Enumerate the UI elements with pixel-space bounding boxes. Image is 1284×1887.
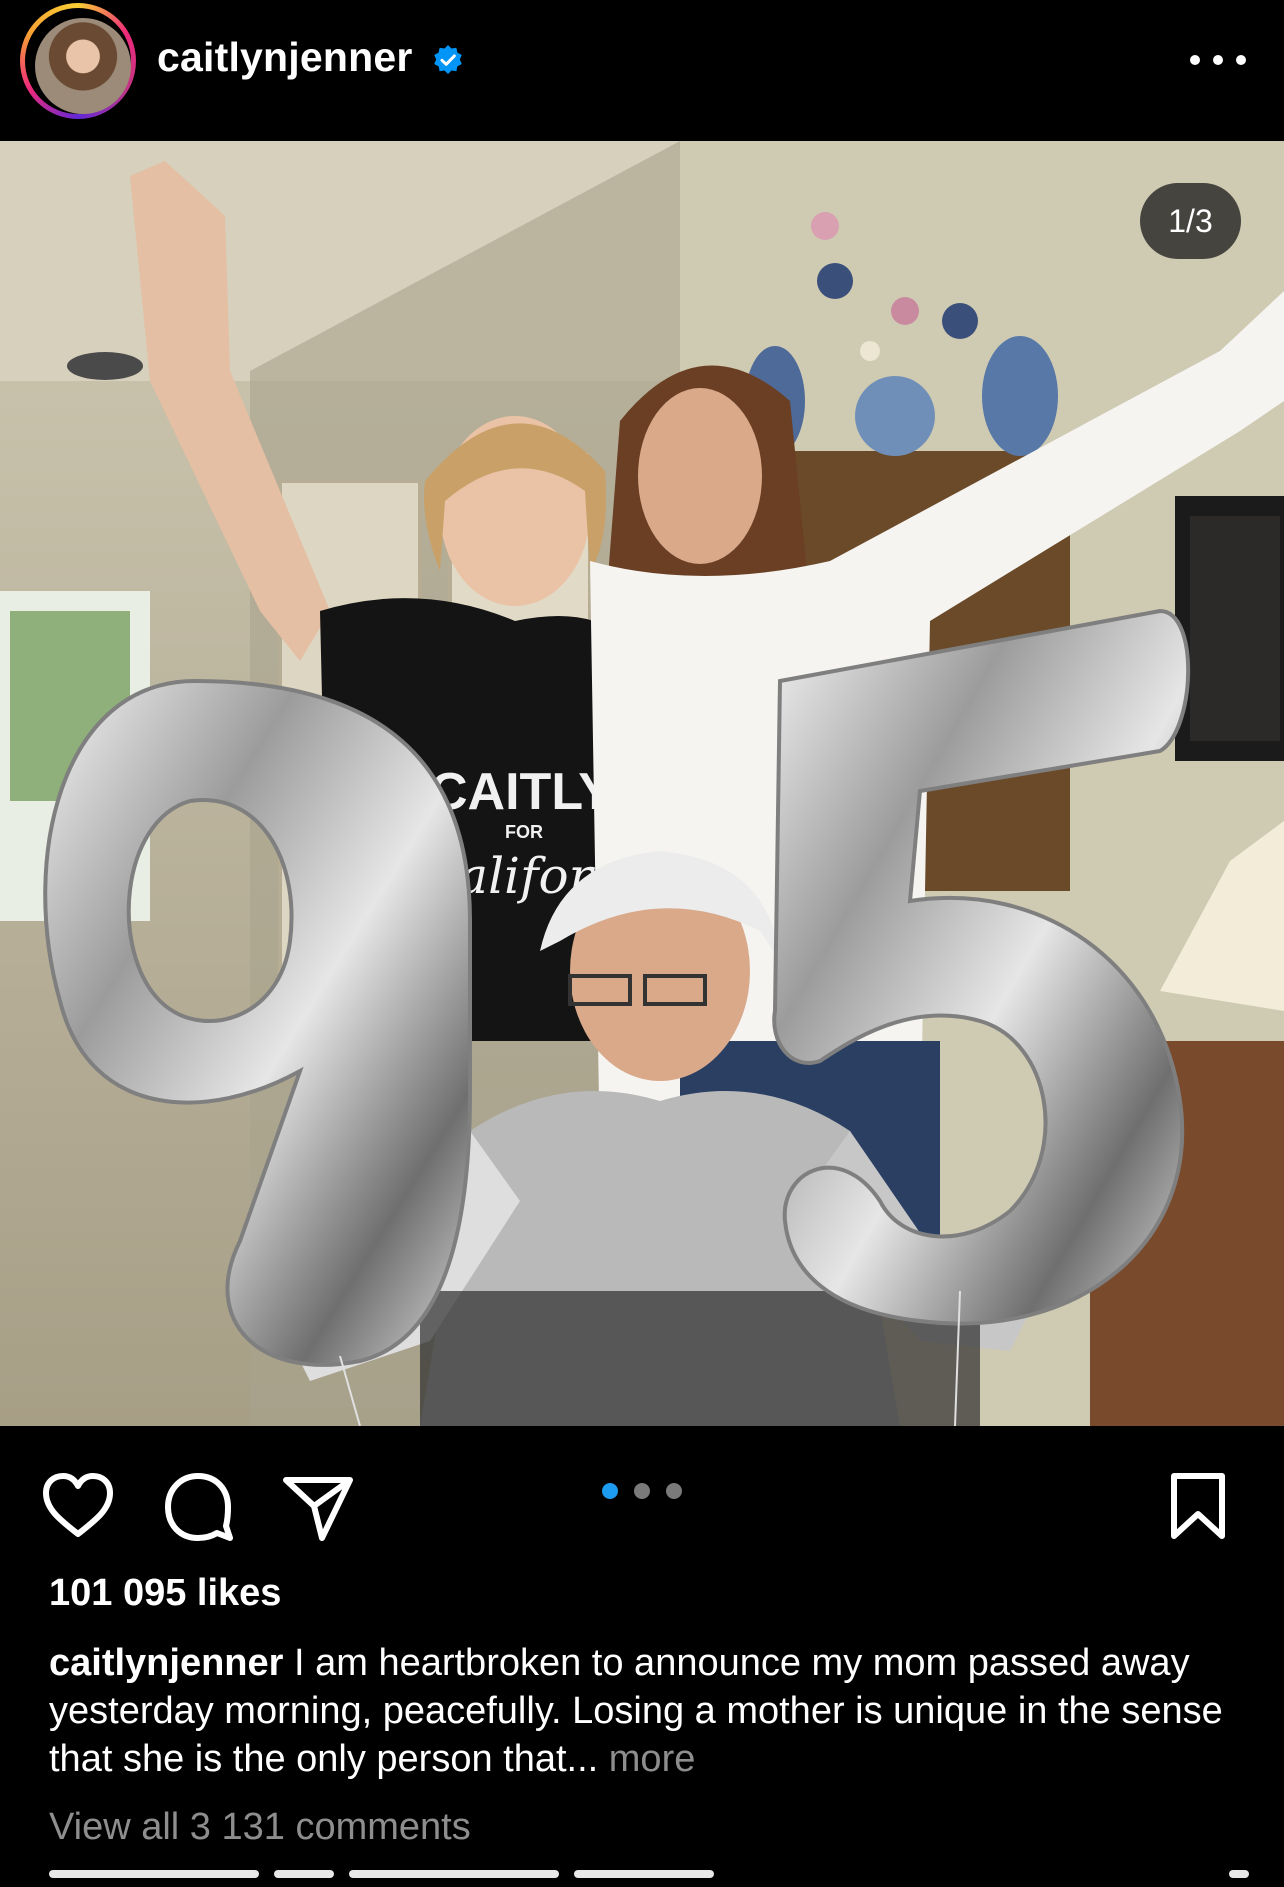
next-comment-preview — [49, 1870, 1249, 1887]
more-options-button[interactable] — [1190, 48, 1246, 72]
carousel-indicator — [602, 1483, 682, 1499]
avatar[interactable] — [35, 18, 131, 114]
carousel-dot — [634, 1483, 650, 1499]
comment-preview-fragment — [1229, 1870, 1249, 1878]
comment-icon[interactable] — [160, 1468, 236, 1544]
post-header: caitlynjenner — [0, 0, 1284, 141]
page-counter: 1/3 — [1140, 183, 1241, 259]
username[interactable]: caitlynjenner — [157, 34, 413, 81]
caption-username[interactable]: caitlynjenner — [49, 1642, 283, 1684]
caption-more-link[interactable]: more — [609, 1738, 696, 1780]
likes-count[interactable]: 101 095 likes — [49, 1572, 281, 1615]
view-all-comments-link[interactable]: View all 3 131 comments — [49, 1806, 471, 1849]
more-dot-icon — [1213, 55, 1223, 65]
carousel-dot-active — [602, 1483, 618, 1499]
post-photo[interactable]: CAITLYN FOR California 1/3 — [0, 141, 1284, 1426]
caption: caitlynjenner I am heartbroken to announ… — [49, 1639, 1249, 1783]
comment-preview-fragment — [574, 1870, 714, 1878]
more-dot-icon — [1236, 55, 1246, 65]
heart-icon[interactable] — [40, 1468, 116, 1544]
shirt-line2: FOR — [505, 822, 543, 842]
avatar-gap — [25, 8, 131, 114]
bookmark-icon[interactable] — [1160, 1468, 1236, 1544]
paper-plane-icon[interactable] — [280, 1468, 356, 1544]
comment-preview-fragment — [274, 1870, 334, 1878]
more-dot-icon — [1190, 55, 1200, 65]
comment-preview-fragment — [49, 1870, 259, 1878]
verified-badge-icon — [434, 45, 462, 74]
carousel-dot — [666, 1483, 682, 1499]
photo-illustration: CAITLYN FOR California — [0, 141, 1284, 1426]
comment-preview-fragment — [349, 1870, 559, 1878]
story-ring[interactable] — [20, 3, 136, 119]
